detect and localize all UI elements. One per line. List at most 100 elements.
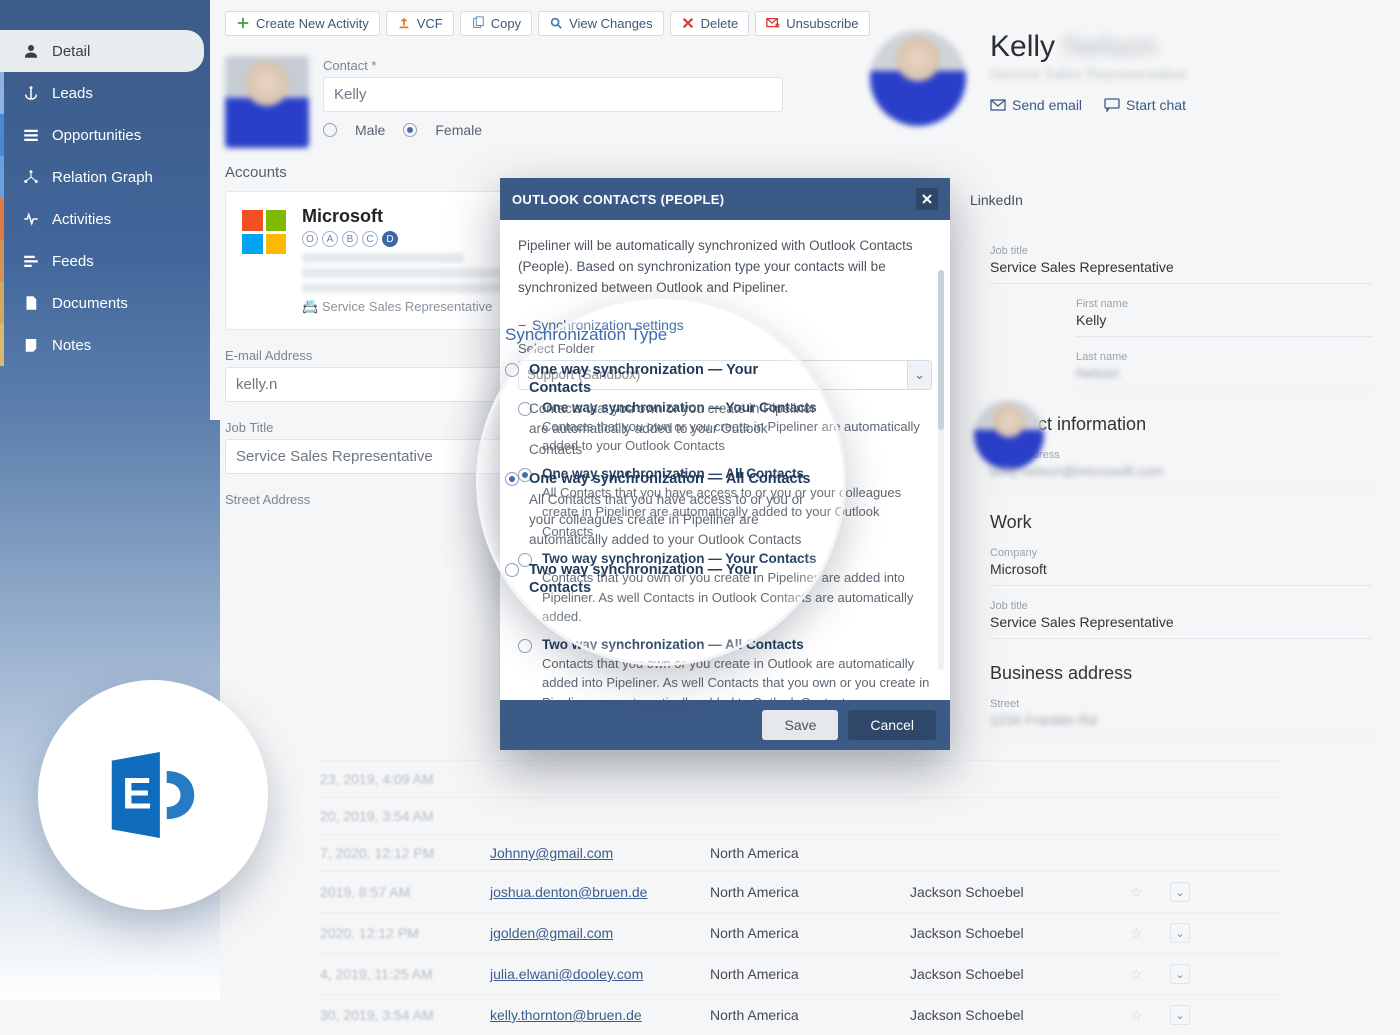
exchange-icon: E [98,740,208,850]
sync-settings-section[interactable]: Synchronization settings [518,317,932,333]
contact-name-input[interactable] [323,77,783,112]
nav-leads[interactable]: Leads [0,72,210,114]
plus-icon [236,16,250,30]
copy-button[interactable]: Copy [460,11,532,36]
nav-opportunities[interactable]: Opportunities [0,114,210,156]
star-icon[interactable]: ☆ [1130,884,1170,901]
exchange-badge: E [38,680,268,910]
chevron-down-icon[interactable]: ⌄ [1170,1005,1190,1025]
anchor-icon [22,84,40,102]
sync-option-1[interactable]: One way synchronization — Your ContactsC… [518,390,932,456]
search-icon [549,16,563,30]
modal-desc: Pipeliner will be automatically synchron… [518,236,932,299]
x-icon [681,16,695,30]
chat-icon [1104,98,1120,112]
graph-icon [22,168,40,186]
contact-label: Contact * [225,58,925,73]
profile-subtitle: Service Sales Representative [990,66,1372,83]
p-company-val: Microsoft [990,561,1372,586]
table-row[interactable]: 2020, 12:12 PMjgolden@gmail.comNorth Ame… [320,912,1280,953]
copy-icon [471,16,485,30]
chevron-down-icon[interactable]: ⌄ [1170,964,1190,984]
p-email-val: kelly.nelson@microsoft.com [990,463,1372,488]
chevron-down-icon[interactable]: ⌄ [1170,923,1190,943]
profile-avatar [870,30,966,126]
sync-modal: OUTLOOK CONTACTS (PEOPLE) Pipeliner will… [500,178,950,750]
table-row[interactable]: 7, 2020, 12:12 PMJohnny@gmail.comNorth A… [320,834,1280,871]
p-job-val: Service Sales Representative [990,614,1372,639]
p-firstname-lbl: First name [1076,298,1372,310]
create-activity-button[interactable]: Create New Activity [225,11,380,36]
unsubscribe-button[interactable]: Unsubscribe [755,11,869,36]
send-email-button[interactable]: Send email [990,97,1082,113]
mail-x-icon [766,16,780,30]
star-icon[interactable]: ☆ [1130,966,1170,983]
list-icon [22,126,40,144]
nav-feeds[interactable]: Feeds [0,240,210,282]
mail-icon [990,98,1006,112]
table-row[interactable]: 2019, 8:57 AMjoshua.denton@bruen.deNorth… [320,871,1280,912]
sync-option-4[interactable]: Two way synchronization — All ContactsCo… [518,627,932,700]
p-work-h: Work [990,512,1372,533]
profile-panel: Kelly Nelson Service Sales Representativ… [980,20,1400,737]
modal-title: OUTLOOK CONTACTS (PEOPLE) [512,192,724,207]
badge-d[interactable]: D [382,231,398,247]
badge-b[interactable]: B [342,231,358,247]
note-icon [22,336,40,354]
table-row[interactable]: 20, 2019, 3:54 AM [320,797,1280,834]
chevron-down-icon[interactable]: ⌄ [907,361,931,389]
profile-name: Kelly Nelson [990,30,1372,64]
profile-avatar-small [974,400,1044,470]
gender-female-radio[interactable] [403,123,417,137]
svg-text:E: E [122,770,152,819]
modal-header: OUTLOOK CONTACTS (PEOPLE) [500,178,950,220]
close-icon[interactable] [916,188,938,210]
p-job-lbl: Job title [990,600,1372,612]
badge-c[interactable]: C [362,231,378,247]
feed-icon [22,252,40,270]
p-lastname-val: Nelson [1076,365,1372,390]
vcf-button[interactable]: VCF [386,11,454,36]
contact-avatar [225,56,309,148]
select-folder-label: Select Folder [518,341,932,356]
linkedin-label: LinkedIn [970,192,1023,208]
star-icon[interactable]: ☆ [1130,1007,1170,1024]
upload-icon [397,16,411,30]
nav-notes[interactable]: Notes [0,324,210,366]
table-row[interactable]: 23, 2019, 4:09 AM [320,760,1280,797]
star-icon[interactable]: ☆ [1130,925,1170,942]
p-jobtitle-val: Service Sales Representative [990,259,1372,284]
p-jobtitle-lbl: Job title [990,245,1372,257]
gender-group: Male Female [323,122,925,138]
delete-button[interactable]: Delete [670,11,750,36]
badge-a[interactable]: A [322,231,338,247]
p-bizaddr-h: Business address [990,663,1372,684]
p-contactinfo-h: Contact information [990,414,1372,435]
nav-detail[interactable]: Detail [0,30,204,72]
cancel-button[interactable]: Cancel [848,710,936,740]
view-changes-button[interactable]: View Changes [538,11,664,36]
sidebar: Detail Leads Opportunities Relation Grap… [0,0,210,420]
table-row[interactable]: 4, 2019, 11:25 AMjulia.elwani@dooley.com… [320,953,1280,994]
start-chat-button[interactable]: Start chat [1104,97,1186,113]
nav-relation-graph[interactable]: Relation Graph [0,156,210,198]
person-icon [22,42,40,60]
folder-select[interactable]: Support (Sandbox) ⌄ [518,360,932,390]
p-company-lbl: Company [990,547,1372,559]
p-street-val: 1234 Franklin Rd [990,712,1372,737]
gender-male-label: Male [355,122,385,138]
sync-option-3[interactable]: Two way synchronization — Your ContactsC… [518,541,932,627]
modal-footer: Save Cancel [500,700,950,750]
nav-activities[interactable]: Activities [0,198,210,240]
modal-scrollbar[interactable] [938,270,944,670]
gender-female-label: Female [435,122,482,138]
save-button[interactable]: Save [762,710,838,740]
gender-male-radio[interactable] [323,123,337,137]
badge-o[interactable]: O [302,231,318,247]
sync-option-2[interactable]: One way synchronization — All ContactsAl… [518,456,932,542]
pulse-icon [22,210,40,228]
chevron-down-icon[interactable]: ⌄ [1170,882,1190,902]
nav-documents[interactable]: Documents [0,282,210,324]
p-street-lbl: Street [990,698,1372,710]
table-row[interactable]: 30, 2019, 3:54 AMkelly.thornton@bruen.de… [320,994,1280,1035]
